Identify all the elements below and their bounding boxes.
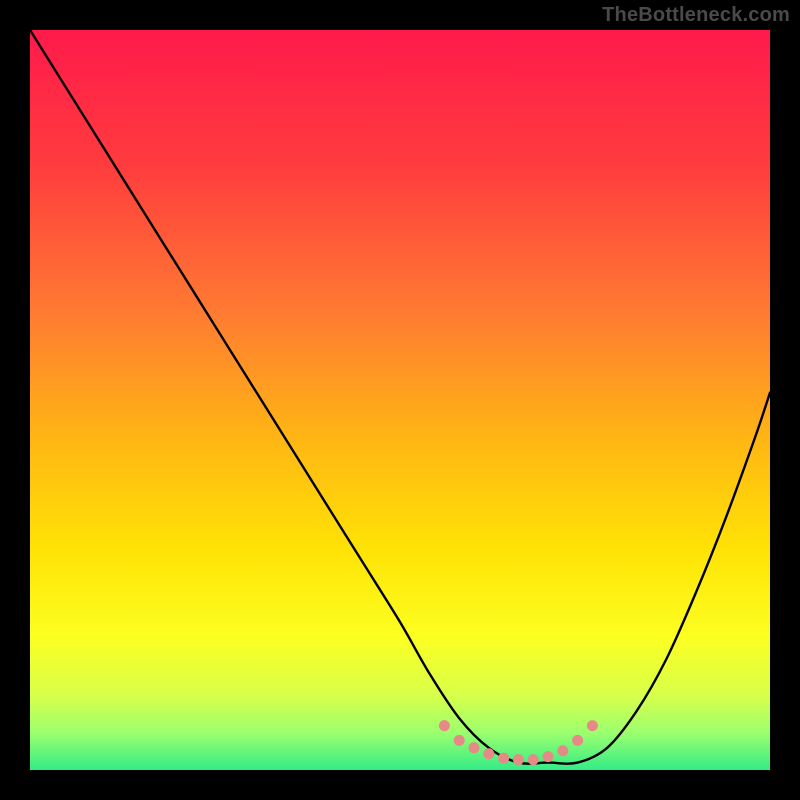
marker-dot (543, 751, 554, 762)
plot-area (30, 30, 770, 770)
marker-dot (483, 748, 494, 759)
marker-dot (557, 745, 568, 756)
marker-dot (439, 720, 450, 731)
marker-dot (454, 735, 465, 746)
marker-dot (498, 753, 509, 764)
marker-dot (572, 735, 583, 746)
watermark-label: TheBottleneck.com (602, 4, 790, 27)
chart-svg (30, 30, 770, 770)
marker-dot (513, 754, 524, 765)
chart-frame: TheBottleneck.com (0, 0, 800, 800)
marker-dot (587, 720, 598, 731)
marker-dot (469, 742, 480, 753)
marker-dot (528, 754, 539, 765)
gradient-background (30, 30, 770, 770)
